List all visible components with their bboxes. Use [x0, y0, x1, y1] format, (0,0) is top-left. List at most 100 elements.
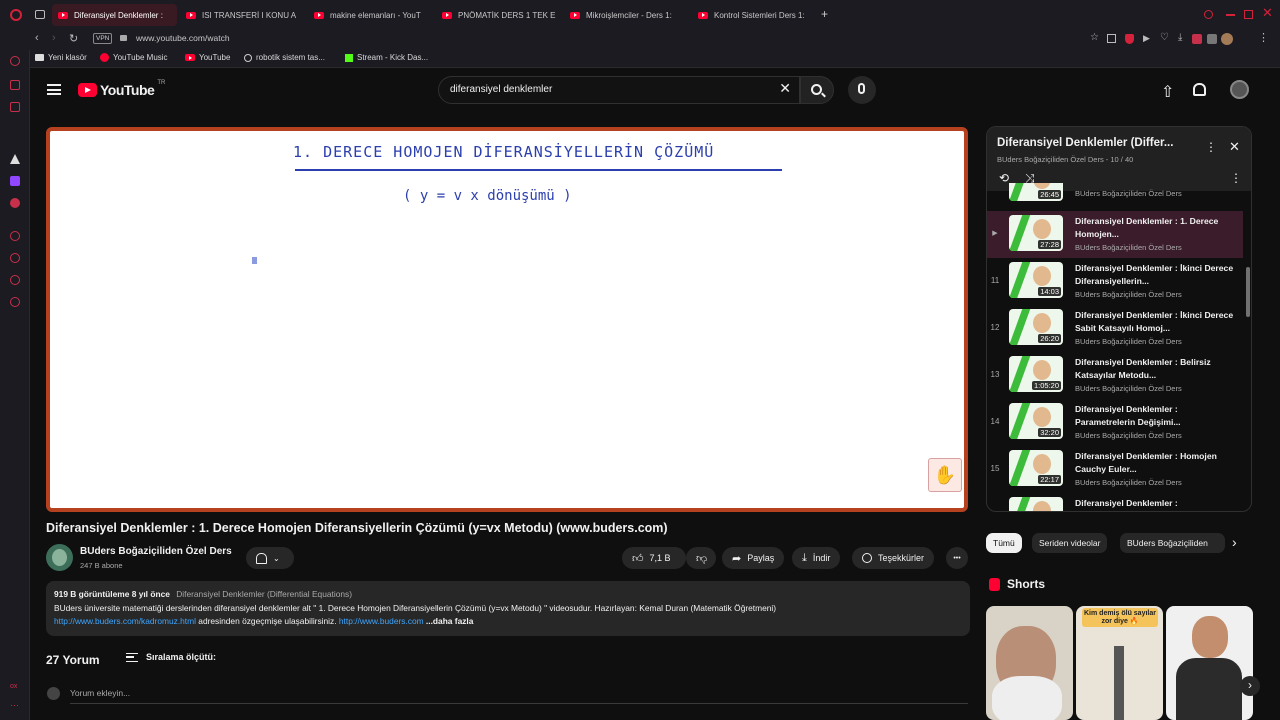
short-thumbnail[interactable]: Kim demiş ölü sayılar zor diye 🔥 [1076, 606, 1163, 720]
short-thumbnail[interactable] [986, 606, 1073, 720]
playlist-title[interactable]: Diferansiyel Denklemler (Differ... [997, 137, 1173, 149]
browser-logo-icon[interactable] [10, 9, 22, 21]
dislike-button[interactable]: 👎︎ [686, 547, 716, 569]
minimize-button[interactable] [1226, 14, 1235, 16]
more-actions-button[interactable]: ••• [946, 547, 968, 569]
download-button[interactable]: ⤓ İndir [792, 547, 841, 569]
youtube-favicon-icon [570, 11, 580, 19]
extensions-icon[interactable] [1192, 34, 1202, 44]
tab-4[interactable]: PNÖMATİK DERS 1 TEK E [436, 4, 556, 26]
tab-5[interactable]: Mikroişlemciler - Ders 1: [564, 4, 686, 26]
bookmark-folder[interactable]: Yeni klasör [35, 53, 87, 62]
sidebar-icon[interactable] [10, 56, 20, 66]
subscribe-bell-button[interactable]: ⌄ [246, 547, 294, 569]
tab-2[interactable]: ISI TRANSFERİ I KONU A [180, 4, 300, 26]
bookmark-robotik[interactable]: robotik sistem tas... [244, 53, 325, 62]
youtube-logo[interactable]: YouTube TR [78, 80, 165, 98]
playlist-item-partial[interactable]: 26:45 BUders Boğaziçiliden Özel Ders [987, 183, 1243, 203]
sidebar-icon[interactable] [10, 198, 20, 208]
hamburger-menu-icon[interactable] [47, 84, 61, 95]
vpn-badge[interactable]: VPN [93, 33, 113, 44]
show-more-link[interactable]: ...daha fazla [424, 616, 474, 626]
menu-icon[interactable]: ⋮ [1258, 31, 1269, 44]
add-comment-input[interactable]: Yorum ekleyin... [70, 688, 130, 698]
heart-icon[interactable]: ♡ [1160, 32, 1169, 43]
twitch-icon[interactable] [10, 176, 20, 186]
close-window-button[interactable]: ✕ [1262, 5, 1273, 21]
shorts-icon [989, 578, 1000, 591]
playlist-scrollbar[interactable] [1246, 267, 1250, 317]
playlist-menu-icon[interactable]: ⋮ [1205, 140, 1217, 154]
close-playlist-icon[interactable]: ✕ [1229, 139, 1240, 155]
tab-6[interactable]: Kontrol Sistemleri Ders 1: [692, 4, 812, 26]
comment-count: 27 Yorum [46, 653, 100, 667]
account-avatar[interactable] [1230, 80, 1249, 99]
history-icon[interactable] [10, 253, 20, 263]
bookmark-star-icon[interactable]: ☆ [1090, 32, 1099, 43]
playlist-item[interactable]: 13 1:05:20 Diferansiyel Denklemler : Bel… [987, 352, 1243, 399]
url-field[interactable]: www.youtube.com/watch [136, 33, 230, 43]
short-thumbnail[interactable] [1166, 606, 1253, 720]
like-button[interactable]: 👍︎ 7,1 B [622, 547, 686, 569]
sidebar-icon[interactable] [10, 154, 20, 164]
screenshot-icon[interactable] [1107, 34, 1116, 43]
more-icon[interactable]: ··· [10, 700, 19, 710]
settings-icon[interactable] [10, 297, 20, 307]
youtube-play-icon [78, 83, 97, 97]
downloads-icon[interactable]: ⤓ [1178, 32, 1182, 43]
sidebar-icon[interactable] [10, 231, 20, 241]
channel-name[interactable]: BUders Boğaziçiliden Özel Ders [80, 546, 232, 557]
playlist-item[interactable]: 12 26:20 Diferansiyel Denklemler : İkinc… [987, 305, 1243, 352]
sidebar-icon[interactable]: ox [10, 683, 17, 690]
playlist-item-partial[interactable]: Diferansiyel Denklemler : [987, 493, 1243, 511]
sort-comments-button[interactable]: Sıralama ölçütü: [126, 652, 216, 662]
back-icon[interactable]: ‹ [35, 32, 39, 44]
shorts-next-button[interactable]: › [1240, 676, 1260, 696]
description-link[interactable]: http://www.buders.com/kadromuz.html [54, 616, 196, 626]
playlist-item[interactable]: 11 14:03 Diferansiyel Denklemler : İkinc… [987, 258, 1243, 305]
share-button[interactable]: ➦ Paylaş [722, 547, 785, 569]
extension-icon[interactable] [1207, 34, 1217, 44]
sidebar-icon[interactable] [10, 80, 20, 90]
description-link[interactable]: http://www.buders.com [339, 616, 424, 626]
bookmark-youtube-music[interactable]: YouTube Music [100, 53, 168, 62]
video-thumbnail: 1:05:20 [1009, 356, 1063, 392]
chip-all[interactable]: Tümü [986, 533, 1022, 553]
new-tab-button[interactable]: + [821, 7, 828, 21]
globe-icon [244, 53, 252, 62]
bookmark-youtube[interactable]: YouTube [185, 53, 230, 62]
search-button[interactable] [800, 76, 834, 104]
maximize-button[interactable] [1244, 10, 1253, 19]
playlist-item[interactable]: 15 22:17 Diferansiyel Denklemler : Homoj… [987, 446, 1243, 493]
chip-series[interactable]: Seriden videolar [1032, 533, 1108, 553]
upload-icon[interactable]: ⇧ [1161, 82, 1174, 102]
description-box[interactable]: 919 B görüntüleme 8 yıl önce Diferansiye… [46, 581, 970, 636]
search-input[interactable]: diferansiyel denklemler [450, 84, 552, 95]
tab-3[interactable]: makine elemanları - YouT [308, 4, 428, 26]
tab-overview-icon[interactable] [35, 10, 45, 19]
bookmark-kick[interactable]: Stream - Kick Das... [345, 53, 428, 62]
sidebar-icon[interactable] [10, 275, 20, 285]
chip-channel[interactable]: BUders Boğaziçiliden [1120, 533, 1225, 553]
video-player[interactable]: 1. DERECE HOMOJEN DİFERANSİYELLERİN ÇÖZÜ… [46, 127, 968, 512]
reload-icon[interactable]: ↻ [69, 32, 78, 45]
clear-search-icon[interactable]: ✕ [779, 80, 791, 97]
profile-avatar[interactable] [1221, 33, 1233, 45]
chips-next-icon[interactable]: › [1232, 534, 1237, 550]
search-box[interactable]: diferansiyel denklemler ✕ [438, 76, 800, 104]
sidebar-icon[interactable] [10, 102, 20, 112]
playlist-item[interactable]: ▶ 27:28 Diferansiyel Denklemler : 1. Der… [987, 211, 1243, 258]
shield-icon[interactable] [1125, 34, 1134, 44]
voice-search-button[interactable] [848, 76, 876, 104]
search-tabs-icon[interactable] [1204, 10, 1213, 19]
hand-icon[interactable]: ✋ [928, 458, 962, 492]
notifications-bell-icon[interactable] [1193, 83, 1206, 96]
comment-avatar [47, 687, 60, 700]
play-icon[interactable]: ▶ [1143, 33, 1150, 44]
thanks-button[interactable]: Teşekkürler [852, 547, 935, 569]
playlist-item[interactable]: 14 32:20 Diferansiyel Denklemler : Param… [987, 399, 1243, 446]
tab-1[interactable]: Diferansiyel Denklemler : [52, 4, 177, 26]
forward-icon[interactable]: › [52, 32, 56, 44]
youtube-favicon-icon [186, 11, 196, 19]
channel-avatar[interactable] [46, 544, 73, 571]
